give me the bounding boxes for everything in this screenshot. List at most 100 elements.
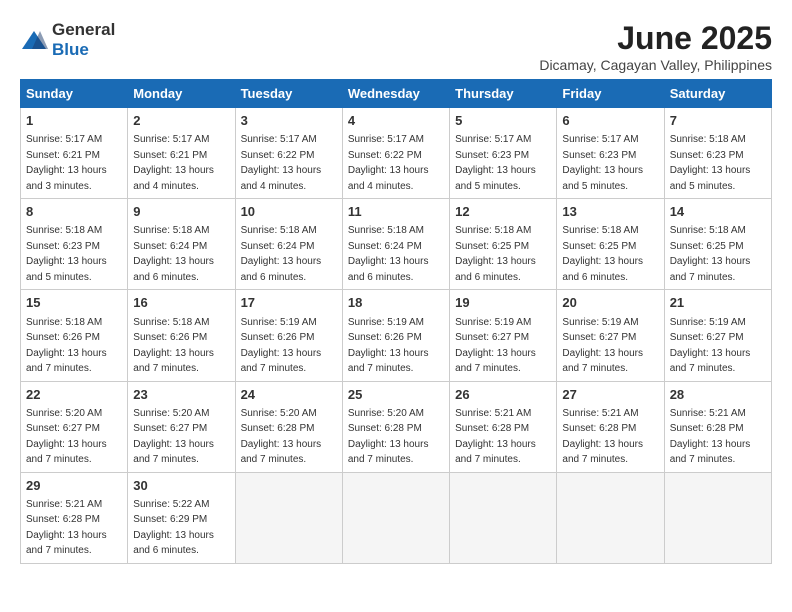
day-number: 3 [241, 112, 337, 130]
table-row: 28 Sunrise: 5:21 AMSunset: 6:28 PMDaylig… [664, 381, 771, 472]
header-thursday: Thursday [450, 80, 557, 108]
table-row: 5 Sunrise: 5:17 AMSunset: 6:23 PMDayligh… [450, 108, 557, 199]
table-row: 8 Sunrise: 5:18 AMSunset: 6:23 PMDayligh… [21, 199, 128, 290]
header-saturday: Saturday [664, 80, 771, 108]
day-info: Sunrise: 5:17 AMSunset: 6:23 PMDaylight:… [562, 134, 643, 192]
day-number: 12 [455, 203, 551, 221]
week-row-1: 1 Sunrise: 5:17 AMSunset: 6:21 PMDayligh… [21, 108, 772, 199]
table-row: 4 Sunrise: 5:17 AMSunset: 6:22 PMDayligh… [342, 108, 449, 199]
day-info: Sunrise: 5:19 AMSunset: 6:27 PMDaylight:… [562, 317, 643, 375]
day-info: Sunrise: 5:20 AMSunset: 6:27 PMDaylight:… [133, 408, 214, 466]
day-info: Sunrise: 5:22 AMSunset: 6:29 PMDaylight:… [133, 499, 214, 557]
day-number: 4 [348, 112, 444, 130]
month-year: June 2025 [539, 20, 772, 57]
day-info: Sunrise: 5:17 AMSunset: 6:21 PMDaylight:… [133, 134, 214, 192]
day-number: 23 [133, 386, 229, 404]
day-info: Sunrise: 5:18 AMSunset: 6:25 PMDaylight:… [455, 225, 536, 283]
table-row: 6 Sunrise: 5:17 AMSunset: 6:23 PMDayligh… [557, 108, 664, 199]
week-row-3: 15 Sunrise: 5:18 AMSunset: 6:26 PMDaylig… [21, 290, 772, 381]
day-info: Sunrise: 5:18 AMSunset: 6:25 PMDaylight:… [670, 225, 751, 283]
day-number: 10 [241, 203, 337, 221]
day-number: 27 [562, 386, 658, 404]
day-info: Sunrise: 5:19 AMSunset: 6:27 PMDaylight:… [670, 317, 751, 375]
day-info: Sunrise: 5:18 AMSunset: 6:26 PMDaylight:… [133, 317, 214, 375]
day-number: 25 [348, 386, 444, 404]
day-number: 26 [455, 386, 551, 404]
day-number: 21 [670, 294, 766, 312]
day-number: 15 [26, 294, 122, 312]
table-row: 16 Sunrise: 5:18 AMSunset: 6:26 PMDaylig… [128, 290, 235, 381]
day-number: 24 [241, 386, 337, 404]
table-row: 3 Sunrise: 5:17 AMSunset: 6:22 PMDayligh… [235, 108, 342, 199]
day-info: Sunrise: 5:17 AMSunset: 6:22 PMDaylight:… [348, 134, 429, 192]
table-row: 11 Sunrise: 5:18 AMSunset: 6:24 PMDaylig… [342, 199, 449, 290]
table-row: 10 Sunrise: 5:18 AMSunset: 6:24 PMDaylig… [235, 199, 342, 290]
day-info: Sunrise: 5:19 AMSunset: 6:26 PMDaylight:… [348, 317, 429, 375]
table-row: 23 Sunrise: 5:20 AMSunset: 6:27 PMDaylig… [128, 381, 235, 472]
day-info: Sunrise: 5:21 AMSunset: 6:28 PMDaylight:… [26, 499, 107, 557]
header-row: Sunday Monday Tuesday Wednesday Thursday… [21, 80, 772, 108]
week-row-4: 22 Sunrise: 5:20 AMSunset: 6:27 PMDaylig… [21, 381, 772, 472]
table-row: 24 Sunrise: 5:20 AMSunset: 6:28 PMDaylig… [235, 381, 342, 472]
day-number: 5 [455, 112, 551, 130]
logo-general: General [52, 20, 115, 39]
day-info: Sunrise: 5:18 AMSunset: 6:26 PMDaylight:… [26, 317, 107, 375]
title-section: June 2025 Dicamay, Cagayan Valley, Phili… [539, 20, 772, 73]
table-row: 1 Sunrise: 5:17 AMSunset: 6:21 PMDayligh… [21, 108, 128, 199]
day-number: 1 [26, 112, 122, 130]
day-info: Sunrise: 5:17 AMSunset: 6:21 PMDaylight:… [26, 134, 107, 192]
day-info: Sunrise: 5:20 AMSunset: 6:28 PMDaylight:… [348, 408, 429, 466]
day-info: Sunrise: 5:17 AMSunset: 6:22 PMDaylight:… [241, 134, 322, 192]
day-info: Sunrise: 5:18 AMSunset: 6:24 PMDaylight:… [348, 225, 429, 283]
location: Dicamay, Cagayan Valley, Philippines [539, 57, 772, 73]
day-number: 18 [348, 294, 444, 312]
day-info: Sunrise: 5:17 AMSunset: 6:23 PMDaylight:… [455, 134, 536, 192]
day-number: 6 [562, 112, 658, 130]
logo-icon [20, 29, 48, 51]
table-row: 12 Sunrise: 5:18 AMSunset: 6:25 PMDaylig… [450, 199, 557, 290]
day-info: Sunrise: 5:18 AMSunset: 6:25 PMDaylight:… [562, 225, 643, 283]
table-row [342, 472, 449, 563]
day-number: 17 [241, 294, 337, 312]
page-header: General Blue June 2025 Dicamay, Cagayan … [20, 20, 772, 73]
day-number: 16 [133, 294, 229, 312]
day-info: Sunrise: 5:21 AMSunset: 6:28 PMDaylight:… [562, 408, 643, 466]
table-row: 29 Sunrise: 5:21 AMSunset: 6:28 PMDaylig… [21, 472, 128, 563]
day-number: 11 [348, 203, 444, 221]
day-info: Sunrise: 5:20 AMSunset: 6:27 PMDaylight:… [26, 408, 107, 466]
day-number: 28 [670, 386, 766, 404]
table-row: 22 Sunrise: 5:20 AMSunset: 6:27 PMDaylig… [21, 381, 128, 472]
day-info: Sunrise: 5:18 AMSunset: 6:24 PMDaylight:… [133, 225, 214, 283]
day-info: Sunrise: 5:21 AMSunset: 6:28 PMDaylight:… [670, 408, 751, 466]
week-row-2: 8 Sunrise: 5:18 AMSunset: 6:23 PMDayligh… [21, 199, 772, 290]
day-number: 9 [133, 203, 229, 221]
table-row: 18 Sunrise: 5:19 AMSunset: 6:26 PMDaylig… [342, 290, 449, 381]
table-row: 26 Sunrise: 5:21 AMSunset: 6:28 PMDaylig… [450, 381, 557, 472]
day-number: 22 [26, 386, 122, 404]
logo-text: General Blue [52, 20, 115, 60]
header-tuesday: Tuesday [235, 80, 342, 108]
day-number: 7 [670, 112, 766, 130]
table-row [450, 472, 557, 563]
day-number: 8 [26, 203, 122, 221]
table-row [664, 472, 771, 563]
table-row: 20 Sunrise: 5:19 AMSunset: 6:27 PMDaylig… [557, 290, 664, 381]
table-row: 19 Sunrise: 5:19 AMSunset: 6:27 PMDaylig… [450, 290, 557, 381]
table-row: 2 Sunrise: 5:17 AMSunset: 6:21 PMDayligh… [128, 108, 235, 199]
day-info: Sunrise: 5:18 AMSunset: 6:24 PMDaylight:… [241, 225, 322, 283]
header-monday: Monday [128, 80, 235, 108]
table-row: 21 Sunrise: 5:19 AMSunset: 6:27 PMDaylig… [664, 290, 771, 381]
day-info: Sunrise: 5:19 AMSunset: 6:27 PMDaylight:… [455, 317, 536, 375]
header-sunday: Sunday [21, 80, 128, 108]
table-row: 30 Sunrise: 5:22 AMSunset: 6:29 PMDaylig… [128, 472, 235, 563]
day-number: 2 [133, 112, 229, 130]
table-row: 9 Sunrise: 5:18 AMSunset: 6:24 PMDayligh… [128, 199, 235, 290]
day-info: Sunrise: 5:18 AMSunset: 6:23 PMDaylight:… [670, 134, 751, 192]
table-row: 27 Sunrise: 5:21 AMSunset: 6:28 PMDaylig… [557, 381, 664, 472]
day-number: 20 [562, 294, 658, 312]
table-row: 14 Sunrise: 5:18 AMSunset: 6:25 PMDaylig… [664, 199, 771, 290]
day-number: 30 [133, 477, 229, 495]
week-row-5: 29 Sunrise: 5:21 AMSunset: 6:28 PMDaylig… [21, 472, 772, 563]
calendar-table: Sunday Monday Tuesday Wednesday Thursday… [20, 79, 772, 564]
header-friday: Friday [557, 80, 664, 108]
